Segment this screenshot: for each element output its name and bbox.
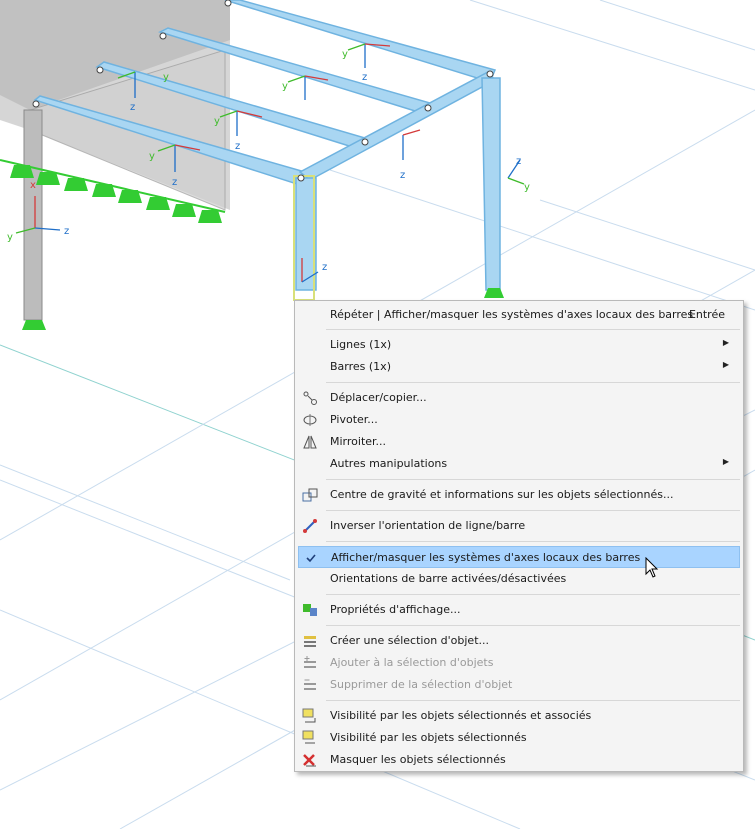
menu-item-visibility-associated[interactable]: Visibilité par les objets sélectionnés e…	[298, 705, 740, 727]
svg-text:y: y	[524, 182, 530, 193]
menu-item-label: Masquer les objets sélectionnés	[330, 753, 506, 766]
move-copy-icon	[303, 391, 317, 405]
menu-item-add-to-selection[interactable]: Ajouter à la sélection d'objets	[298, 652, 740, 674]
menu-separator	[326, 329, 740, 330]
svg-text:z: z	[362, 72, 367, 83]
context-menu: Répéter | Afficher/masquer les systèmes …	[294, 300, 744, 772]
menu-item-label: Supprimer de la sélection d'objet	[330, 678, 513, 691]
menu-item-reverse-orientation[interactable]: Inverser l'orientation de ligne/barre	[298, 515, 740, 537]
svg-text:z: z	[172, 177, 177, 188]
menu-item-shortcut: Entrée	[688, 308, 725, 321]
svg-text:z: z	[516, 156, 521, 167]
remove-selection-icon	[304, 679, 316, 690]
menu-item-label: Lignes (1x)	[330, 338, 392, 351]
svg-text:z: z	[130, 102, 135, 113]
menu-item-toggle-local-axes[interactable]: Afficher/masquer les systèmes d'axes loc…	[298, 546, 740, 568]
svg-text:y: y	[163, 72, 169, 83]
svg-text:z: z	[322, 262, 327, 273]
menu-item-move-copy[interactable]: Déplacer/copier...	[298, 387, 740, 409]
create-selection-icon	[304, 636, 316, 647]
menu-separator	[326, 510, 740, 511]
menu-separator	[326, 382, 740, 383]
menu-item-create-selection[interactable]: Créer une sélection d'objet...	[298, 630, 740, 652]
menu-item-center-of-gravity[interactable]: Centre de gravité et informations sur le…	[298, 484, 740, 506]
submenu-arrow-icon: ▶	[722, 360, 729, 369]
menu-item-label: Propriétés d'affichage...	[330, 603, 461, 616]
menu-separator	[326, 541, 740, 542]
menu-item-label: Barres (1x)	[330, 360, 391, 373]
menu-item-label: Déplacer/copier...	[330, 391, 427, 404]
menu-item-repeat[interactable]: Répéter | Afficher/masquer les systèmes …	[298, 304, 740, 326]
menu-item-label: Visibilité par les objets sélectionnés e…	[330, 709, 592, 722]
reverse-orientation-icon	[303, 519, 317, 533]
center-of-gravity-icon	[302, 488, 318, 502]
visibility-associated-icon	[302, 708, 316, 723]
menu-item-hide-selected[interactable]: Masquer les objets sélectionnés	[298, 749, 740, 771]
rotate-icon	[303, 414, 317, 426]
menu-item-label: Orientations de barre activées/désactivé…	[330, 572, 567, 585]
checkmark-icon	[306, 554, 316, 563]
menu-item-label: Répéter | Afficher/masquer les systèmes …	[330, 308, 694, 321]
svg-text:y: y	[149, 151, 155, 162]
submenu-arrow-icon: ▶	[722, 457, 729, 466]
menu-item-display-properties[interactable]: Propriétés d'affichage...	[298, 599, 740, 621]
menu-item-lines[interactable]: Lignes (1x) ▶	[298, 334, 740, 356]
menu-item-members[interactable]: Barres (1x) ▶	[298, 356, 740, 378]
menu-item-rotate[interactable]: Pivoter...	[298, 409, 740, 431]
menu-item-member-orientations[interactable]: Orientations de barre activées/désactivé…	[298, 568, 740, 590]
svg-text:y: y	[7, 232, 13, 243]
menu-item-label: Ajouter à la sélection d'objets	[330, 656, 494, 669]
hide-objects-icon	[303, 754, 316, 767]
menu-item-label: Afficher/masquer les systèmes d'axes loc…	[331, 551, 641, 564]
menu-separator	[326, 479, 740, 480]
mouse-cursor-icon	[645, 557, 659, 578]
menu-item-label: Inverser l'orientation de ligne/barre	[330, 519, 526, 532]
menu-item-label: Mirroiter...	[330, 435, 387, 448]
grey-column[interactable]	[23, 109, 43, 321]
svg-text:z: z	[235, 141, 240, 152]
menu-separator	[326, 594, 740, 595]
add-selection-icon	[304, 656, 316, 668]
menu-item-mirror[interactable]: Mirroiter...	[298, 431, 740, 453]
display-properties-icon	[303, 604, 317, 616]
menu-item-visibility-selected[interactable]: Visibilité par les objets sélectionnés	[298, 727, 740, 749]
submenu-arrow-icon: ▶	[722, 338, 729, 347]
menu-item-other-manipulations[interactable]: Autres manipulations ▶	[298, 453, 740, 475]
menu-item-label: Pivoter...	[330, 413, 378, 426]
menu-item-label: Visibilité par les objets sélectionnés	[330, 731, 527, 744]
menu-item-label: Centre de gravité et informations sur le…	[330, 488, 674, 501]
menu-separator	[326, 700, 740, 701]
menu-item-label: Autres manipulations	[330, 457, 448, 470]
svg-text:x: x	[30, 180, 36, 191]
mirror-icon	[303, 435, 317, 449]
menu-item-remove-from-selection[interactable]: Supprimer de la sélection d'objet	[298, 674, 740, 696]
visibility-selected-icon	[302, 730, 315, 744]
svg-text:y: y	[282, 81, 288, 92]
menu-item-label: Créer une sélection d'objet...	[330, 634, 490, 647]
svg-text:y: y	[342, 49, 348, 60]
menu-separator	[326, 625, 740, 626]
svg-text:z: z	[64, 226, 69, 237]
svg-text:y: y	[214, 116, 220, 127]
svg-text:z: z	[400, 170, 405, 181]
